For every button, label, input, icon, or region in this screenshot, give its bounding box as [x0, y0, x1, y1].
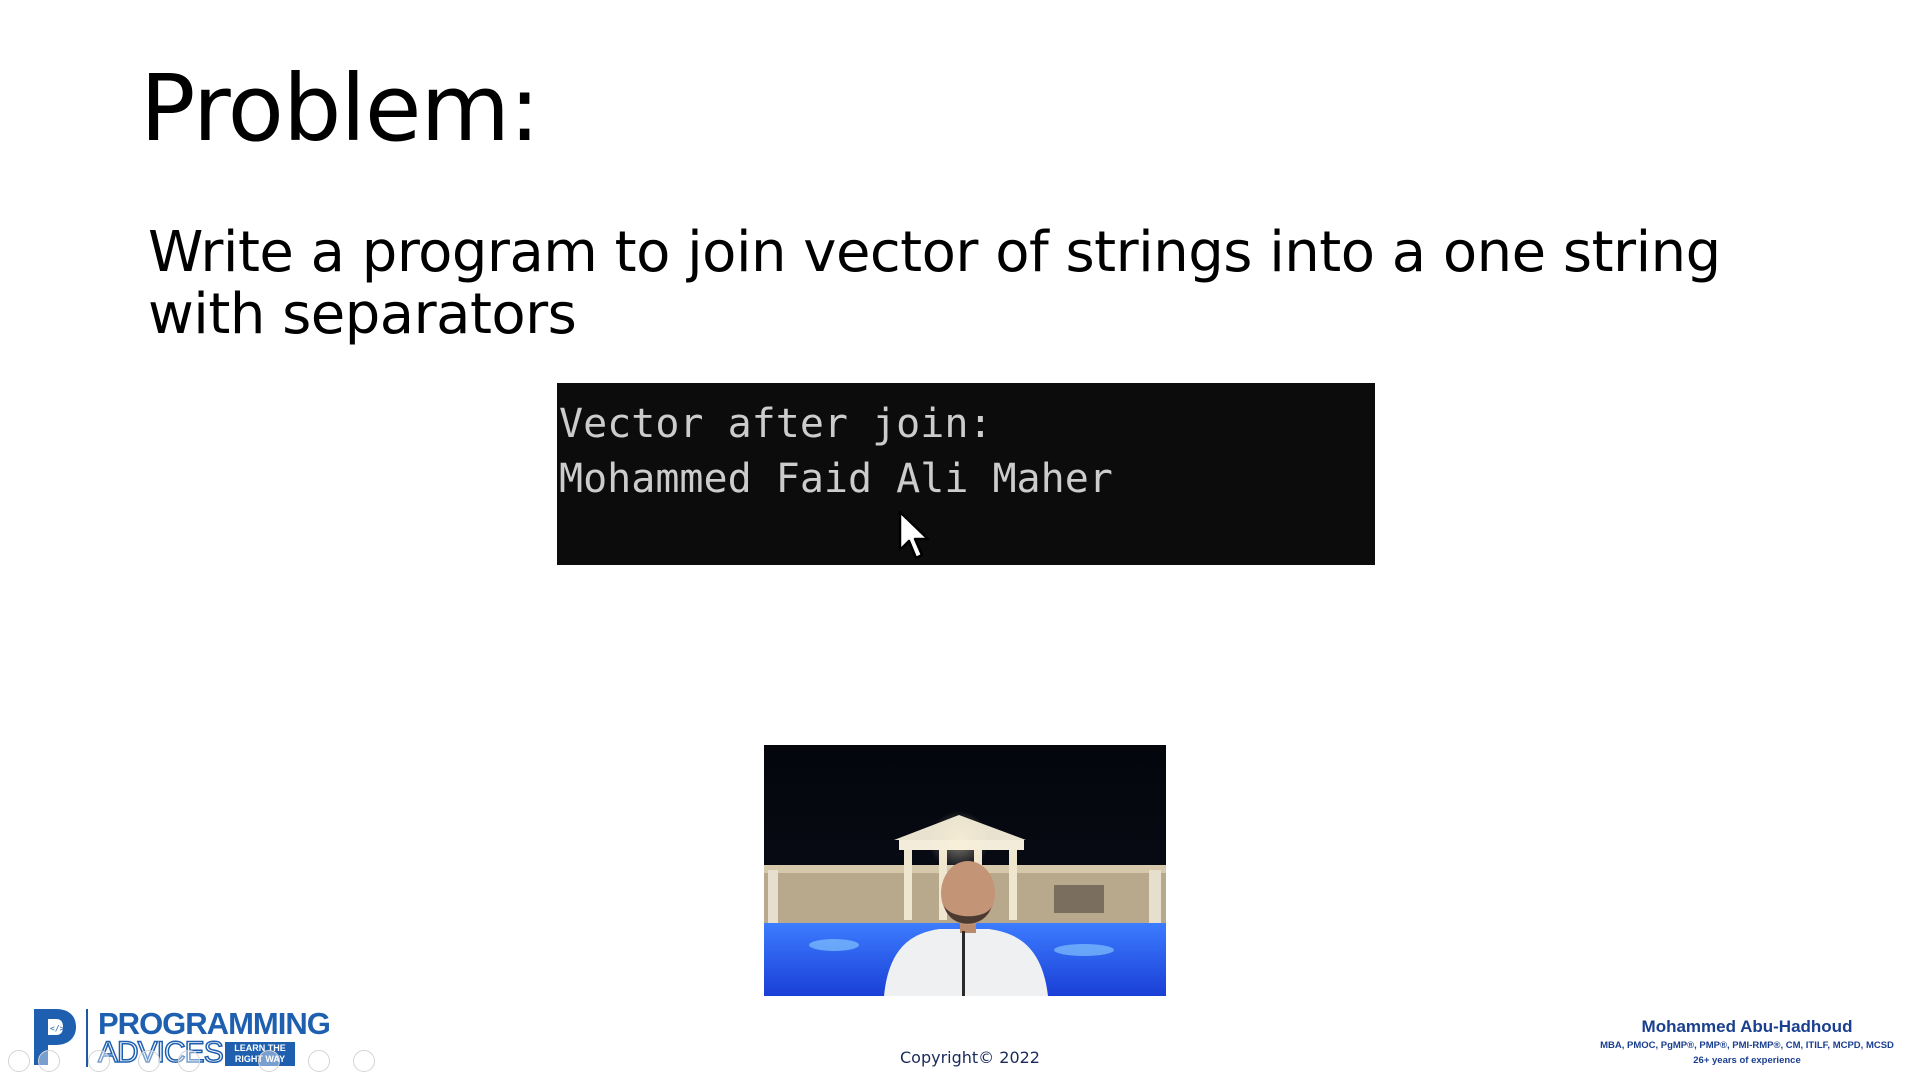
pen-icon[interactable] — [88, 1050, 110, 1072]
zoom-icon[interactable] — [178, 1050, 200, 1072]
console-line-2: Mohammed Faid Ali Maher — [559, 456, 1113, 502]
console-output: Vector after join: Mohammed Faid Ali Mah… — [557, 383, 1375, 565]
nav-prev-icon[interactable] — [8, 1050, 30, 1072]
eraser-icon[interactable] — [308, 1050, 330, 1072]
more-icon[interactable] — [353, 1050, 375, 1072]
slideshow-controls — [8, 1050, 388, 1074]
svg-text:</>: </> — [50, 1024, 65, 1033]
author-name: Mohammed Abu-Hadhoud — [1641, 1017, 1853, 1036]
presentation-slide: Problem: Write a program to join vector … — [0, 0, 1920, 1080]
problem-statement: Write a program to join vector of string… — [148, 222, 1748, 346]
problem-line-2: with separators — [148, 282, 577, 347]
nav-next-icon[interactable] — [38, 1050, 60, 1072]
author-experience: 26+ years of experience — [1693, 1055, 1801, 1066]
webcam-video — [764, 745, 1166, 996]
author-info: Mohammed Abu-Hadhoud MBA, PMOC, PgMP®, P… — [1582, 1016, 1912, 1068]
problem-line-1: Write a program to join vector of string… — [148, 220, 1721, 285]
copyright-text: Copyright© 2022 — [900, 1048, 1040, 1067]
console-line-1: Vector after join: — [559, 401, 993, 447]
pointer-icon[interactable] — [138, 1050, 160, 1072]
webcam-scene-image — [764, 745, 1166, 996]
author-credentials: MBA, PMOC, PgMP®, PMP®, PMI-RMP®, CM, IT… — [1600, 1040, 1894, 1051]
subtitles-icon[interactable] — [258, 1050, 280, 1072]
mouse-pointer-icon — [898, 510, 930, 560]
slide-title: Problem: — [140, 55, 540, 162]
